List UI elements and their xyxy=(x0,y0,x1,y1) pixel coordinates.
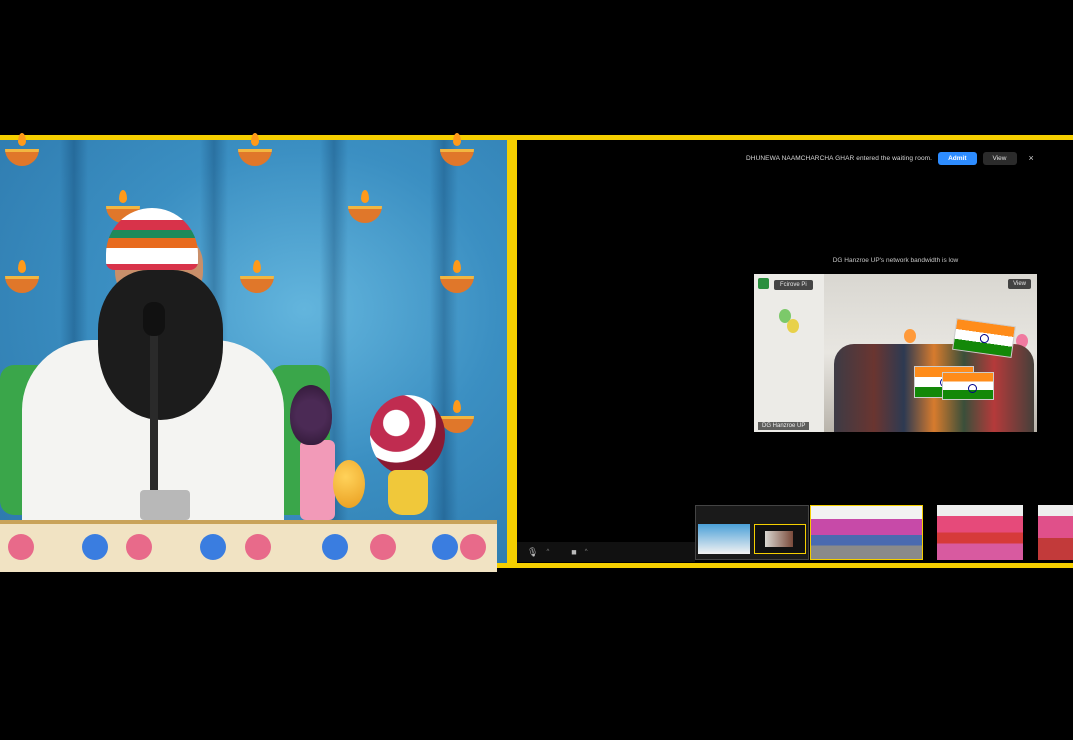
admit-button[interactable]: Admit xyxy=(938,151,977,165)
thumbnail-speaker xyxy=(698,524,750,554)
microphone-icon[interactable]: 🎙 xyxy=(527,547,538,558)
bandwidth-notice: DG Hanzroe UP's network bandwidth is low xyxy=(832,257,959,264)
waiting-room-notification: DHUNEWA NAAMCHARCHA GHAR entered the wai… xyxy=(746,150,1046,166)
video-view-button[interactable]: View xyxy=(1008,279,1031,289)
participant-thumbnail[interactable] xyxy=(810,505,923,560)
indian-flag-icon xyxy=(942,372,994,400)
balloon xyxy=(787,319,799,333)
chevron-up-icon[interactable]: ^ xyxy=(546,549,549,555)
backdrop-fold xyxy=(200,140,228,563)
balloon xyxy=(904,329,916,343)
thumbnail-shared xyxy=(754,524,806,554)
backdrop-fold xyxy=(430,140,458,563)
room-wall xyxy=(754,274,824,432)
participant-name-tag: Fcirove Pi xyxy=(774,280,813,290)
shield-icon xyxy=(758,278,769,289)
close-icon[interactable]: × xyxy=(1029,153,1034,163)
meeting-toolbar: 🎙 ^ ■ ^ xyxy=(517,542,695,562)
video-camera-icon[interactable]: ■ xyxy=(571,547,576,557)
backdrop-fold xyxy=(320,140,348,563)
participant-label: DG Hanzroe UP xyxy=(758,422,810,430)
participant-thumbnail[interactable] xyxy=(1038,505,1073,560)
chevron-up-icon[interactable]: ^ xyxy=(585,549,588,555)
backdrop-fold xyxy=(60,140,88,563)
notification-text: DHUNEWA NAAMCHARCHA GHAR entered the wai… xyxy=(746,154,933,162)
view-button[interactable]: View xyxy=(982,151,1017,165)
participant-thumbnail[interactable] xyxy=(937,505,1023,560)
main-speaker-video[interactable] xyxy=(0,135,512,568)
active-participant-video[interactable]: Fcirove Pi View DG Hanzroe UP xyxy=(754,274,1037,432)
participant-thumbnail[interactable] xyxy=(695,505,809,560)
